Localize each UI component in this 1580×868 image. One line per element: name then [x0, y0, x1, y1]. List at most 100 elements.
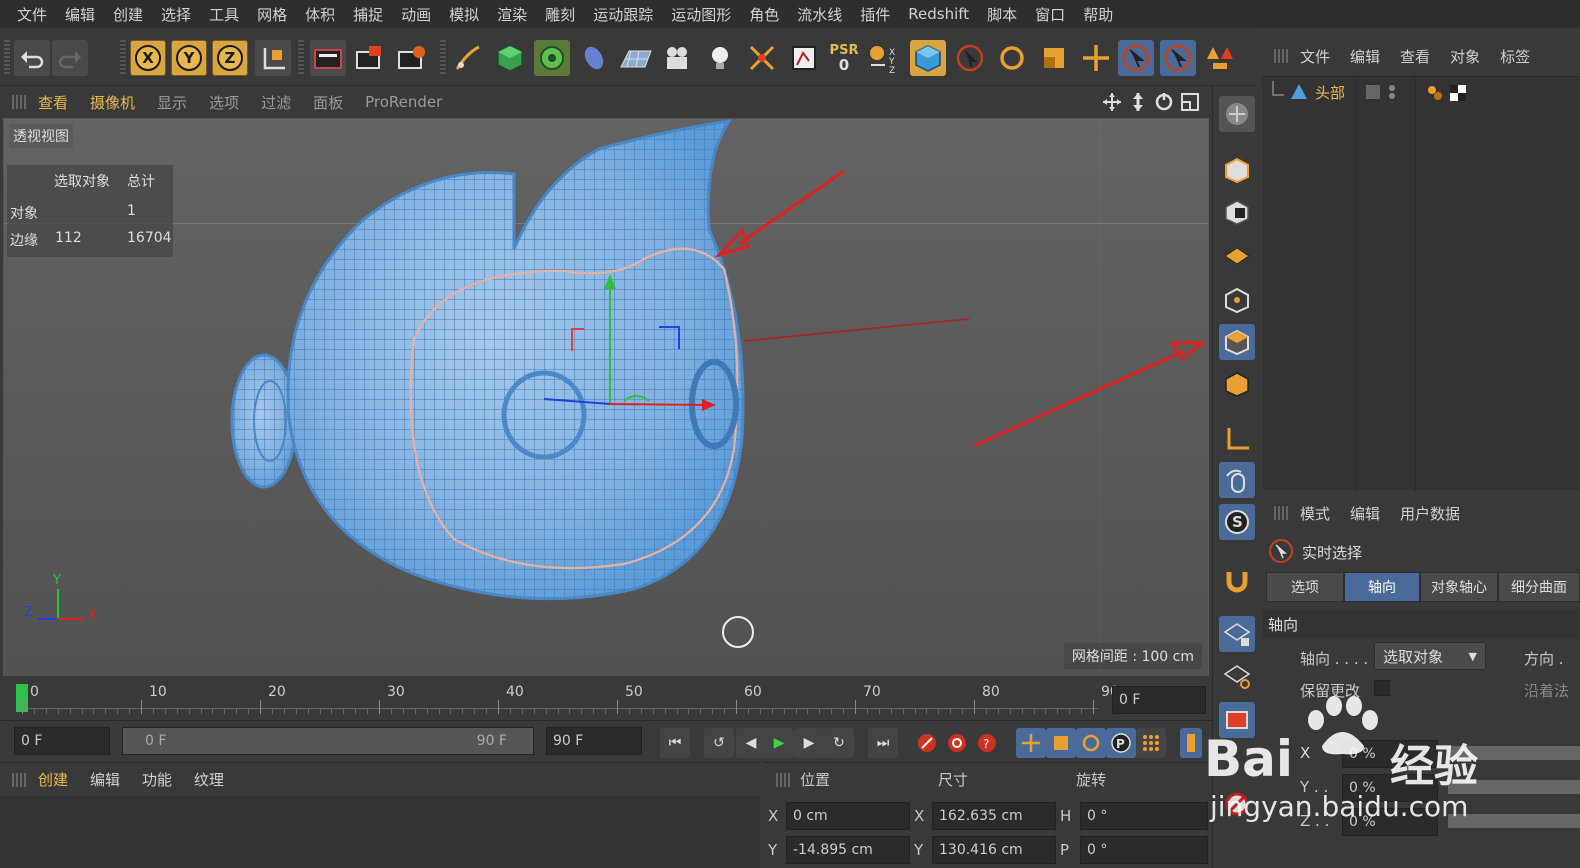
menu-item-10[interactable]: 渲染	[488, 4, 536, 25]
key-position-button[interactable]	[1016, 728, 1046, 758]
floor-button[interactable]	[618, 40, 654, 76]
pan-view-icon[interactable]	[1102, 92, 1122, 112]
next-key-button[interactable]: ↻	[824, 728, 854, 758]
om-grip[interactable]	[1274, 49, 1288, 63]
current-frame-field[interactable]: 0 F	[1112, 686, 1206, 714]
menu-item-18[interactable]: 脚本	[978, 4, 1026, 25]
menu-item-16[interactable]: 插件	[851, 4, 899, 25]
menu-item-2[interactable]: 创建	[104, 4, 152, 25]
start-frame-field[interactable]: 0 F	[14, 727, 110, 755]
redo-button[interactable]	[52, 40, 88, 76]
menu-item-6[interactable]: 体积	[296, 4, 344, 25]
go-to-end-button[interactable]: ⏭	[868, 728, 898, 758]
render-picture-viewer-button[interactable]	[352, 40, 388, 76]
am-menu-mode[interactable]: 模式	[1300, 503, 1330, 524]
menu-item-14[interactable]: 角色	[740, 4, 788, 25]
am-menu-edit[interactable]: 编辑	[1350, 503, 1380, 524]
menu-item-5[interactable]: 网格	[248, 4, 296, 25]
go-to-start-button[interactable]: ⏮	[660, 728, 690, 758]
tweak-mode-button[interactable]	[1219, 462, 1255, 498]
next-frame-button[interactable]: ▶	[794, 728, 824, 758]
key-parameter-button[interactable]: P	[1106, 728, 1136, 758]
key-rotation-button[interactable]	[1076, 728, 1106, 758]
axis-mode-button[interactable]	[1219, 420, 1255, 456]
mat-menu-function[interactable]: 功能	[142, 769, 172, 790]
menu-item-17[interactable]: Redshift	[899, 5, 978, 23]
lock-x-axis-button[interactable]: X	[130, 40, 166, 76]
menu-item-15[interactable]: 流水线	[788, 4, 851, 25]
live-selection-button[interactable]	[952, 40, 988, 76]
edit-render-settings-button[interactable]	[786, 40, 822, 76]
om-menu-file[interactable]: 文件	[1300, 46, 1330, 67]
tab-options[interactable]: 选项	[1266, 572, 1344, 602]
texture-mode-button[interactable]	[1219, 194, 1255, 230]
selection-tool-2-button[interactable]	[1160, 40, 1196, 76]
previous-key-button[interactable]: ↺	[704, 728, 734, 758]
object-row-head[interactable]: 头部	[1262, 79, 1580, 105]
viewport-menu-grip[interactable]	[12, 95, 26, 109]
key-pla-button[interactable]	[1136, 728, 1166, 758]
axis-z-slider[interactable]	[1448, 814, 1580, 828]
render-settings-button[interactable]	[394, 40, 430, 76]
selection-tool-button[interactable]	[1118, 40, 1154, 76]
lock-z-axis-button[interactable]: Z	[212, 40, 248, 76]
viewport-render-button[interactable]	[1219, 702, 1255, 738]
om-menu-edit[interactable]: 编辑	[1350, 46, 1380, 67]
key-scale-button[interactable]	[1046, 728, 1076, 758]
axis-x-slider[interactable]	[1448, 746, 1580, 760]
menu-item-13[interactable]: 运动图形	[662, 4, 740, 25]
edges-mode-button[interactable]	[1219, 324, 1255, 360]
end-frame-field[interactable]: 90 F	[546, 727, 642, 755]
am-menu-user-data[interactable]: 用户数据	[1400, 503, 1460, 524]
head-mesh-wireframe[interactable]	[4, 119, 1209, 676]
tab-object-axis[interactable]: 对象轴心	[1420, 572, 1498, 602]
psr-button[interactable]: PSR 0	[826, 40, 862, 76]
axis-x-field[interactable]: 0 %	[1342, 740, 1438, 768]
vp-menu-filter[interactable]: 过滤	[261, 92, 291, 113]
section-header-axis[interactable]: 轴向	[1262, 610, 1580, 638]
position-x-field[interactable]: 0 cm	[786, 802, 910, 830]
vp-menu-panel[interactable]: 面板	[313, 92, 343, 113]
solo-mode-button[interactable]: S	[1219, 504, 1255, 540]
menu-item-8[interactable]: 动画	[392, 4, 440, 25]
menu-item-3[interactable]: 选择	[152, 4, 200, 25]
make-editable-button[interactable]	[1219, 152, 1255, 188]
perspective-viewport[interactable]: Y X Z 透视视图 选取对象 总计 对象 1 边缘 112 16704 网格间…	[3, 118, 1209, 676]
rotate-button[interactable]	[994, 40, 1030, 76]
menu-item-19[interactable]: 窗口	[1026, 4, 1074, 25]
tab-axis[interactable]: 轴向	[1344, 572, 1420, 602]
extra-tool-button[interactable]	[1219, 786, 1255, 822]
points-mode-button[interactable]	[1219, 282, 1255, 318]
camera-button[interactable]	[660, 40, 696, 76]
lock-y-axis-button[interactable]: Y	[171, 40, 207, 76]
modeling-mode-button[interactable]	[1219, 96, 1255, 132]
axis-dropdown[interactable]: 选取对象 ▼	[1374, 642, 1486, 670]
symmetry-button[interactable]	[744, 40, 780, 76]
snapping-magnet-button[interactable]	[1219, 562, 1255, 598]
coord-grip[interactable]	[776, 773, 790, 787]
menu-item-20[interactable]: 帮助	[1074, 4, 1122, 25]
menu-item-1[interactable]: 编辑	[56, 4, 104, 25]
maximize-view-icon[interactable]	[1180, 92, 1200, 112]
object-name[interactable]: 头部	[1315, 82, 1345, 103]
mat-grip[interactable]	[12, 772, 26, 787]
planar-workplane-button[interactable]	[1219, 658, 1255, 694]
mat-menu-texture[interactable]: 纹理	[194, 769, 224, 790]
vp-menu-options[interactable]: 选项	[209, 92, 239, 113]
vp-menu-view[interactable]: 查看	[38, 92, 68, 113]
toolbar-grip[interactable]	[4, 40, 10, 76]
keyframe-selection-button[interactable]: ?	[972, 728, 1002, 758]
rotation-h-field[interactable]: 0 °	[1080, 802, 1208, 830]
scale-button[interactable]	[1036, 40, 1072, 76]
vp-menu-cameras[interactable]: 摄像机	[90, 92, 135, 113]
timeline-ruler[interactable]: 0 10 20 30 40 50 60 70 80 90 0 F	[0, 678, 1212, 720]
move-button[interactable]	[1078, 40, 1114, 76]
snap-button[interactable]	[1202, 40, 1238, 76]
render-view-button[interactable]	[310, 40, 346, 76]
size-y-field[interactable]: 130.416 cm	[932, 836, 1056, 864]
menu-item-12[interactable]: 运动跟踪	[584, 4, 662, 25]
menu-item-7[interactable]: 捕捉	[344, 4, 392, 25]
axis-y-field[interactable]: 0 %	[1342, 774, 1438, 802]
mat-menu-edit[interactable]: 编辑	[90, 769, 120, 790]
visibility-toggles-icon[interactable]	[1364, 83, 1402, 101]
